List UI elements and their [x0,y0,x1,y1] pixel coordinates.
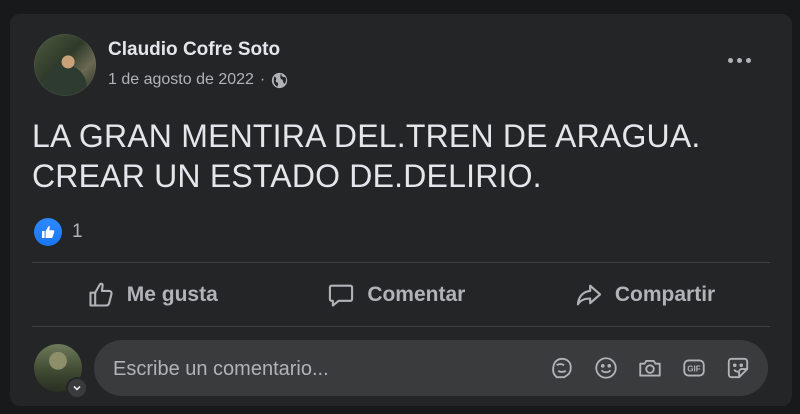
thumbs-up-icon [89,282,113,307]
post-date[interactable]: 1 de agosto de 2022 [108,71,254,89]
camera-icon[interactable] [636,354,664,382]
avatar-sticker-icon[interactable] [548,354,576,382]
comment-input[interactable] [111,340,535,398]
author-avatar[interactable] [34,34,96,96]
divider [32,262,770,263]
share-icon [576,284,602,306]
post-meta: 1 de agosto de 2022 · [108,71,288,89]
reactions-summary[interactable]: 1 [34,218,83,246]
divider [32,326,770,327]
comment-icon [329,284,354,307]
comment-tools: GIF [548,354,752,382]
comment-button[interactable]: Comentar [311,273,481,317]
comment-label: Comentar [367,283,466,306]
reaction-count: 1 [72,221,83,242]
dot [727,57,733,63]
post-card: Claudio Cofre Soto 1 de agosto de 2022 ·… [10,14,792,406]
gif-icon[interactable]: GIF [680,354,708,382]
author-name[interactable]: Claudio Cofre Soto [108,39,280,61]
sticker-icon[interactable] [724,354,752,382]
globe-icon[interactable] [271,72,288,89]
emoji-icon[interactable] [592,354,620,382]
post-text-line: LA GRAN MENTIRA DEL.TREN DE ARAGUA. [32,118,701,154]
more-options-icon[interactable] [724,50,754,70]
meta-separator: · [259,71,266,88]
dot [745,57,751,63]
action-bar: Me gusta Comentar Compartir [32,265,770,325]
post-text: LA GRAN MENTIRA DEL.TREN DE ARAGUA. CREA… [32,116,772,196]
comment-box: GIF [94,340,768,398]
like-button[interactable]: Me gusta [71,273,234,317]
svg-text:GIF: GIF [687,364,701,373]
dot [736,57,742,63]
post-text-line: CREAR UN ESTADO DE.DELIRIO. [32,158,542,194]
share-button[interactable]: Compartir [559,273,731,317]
like-reaction-icon [34,218,62,246]
chevron-down-icon[interactable] [66,377,88,399]
share-label: Compartir [614,283,716,306]
like-label: Me gusta [126,283,218,306]
